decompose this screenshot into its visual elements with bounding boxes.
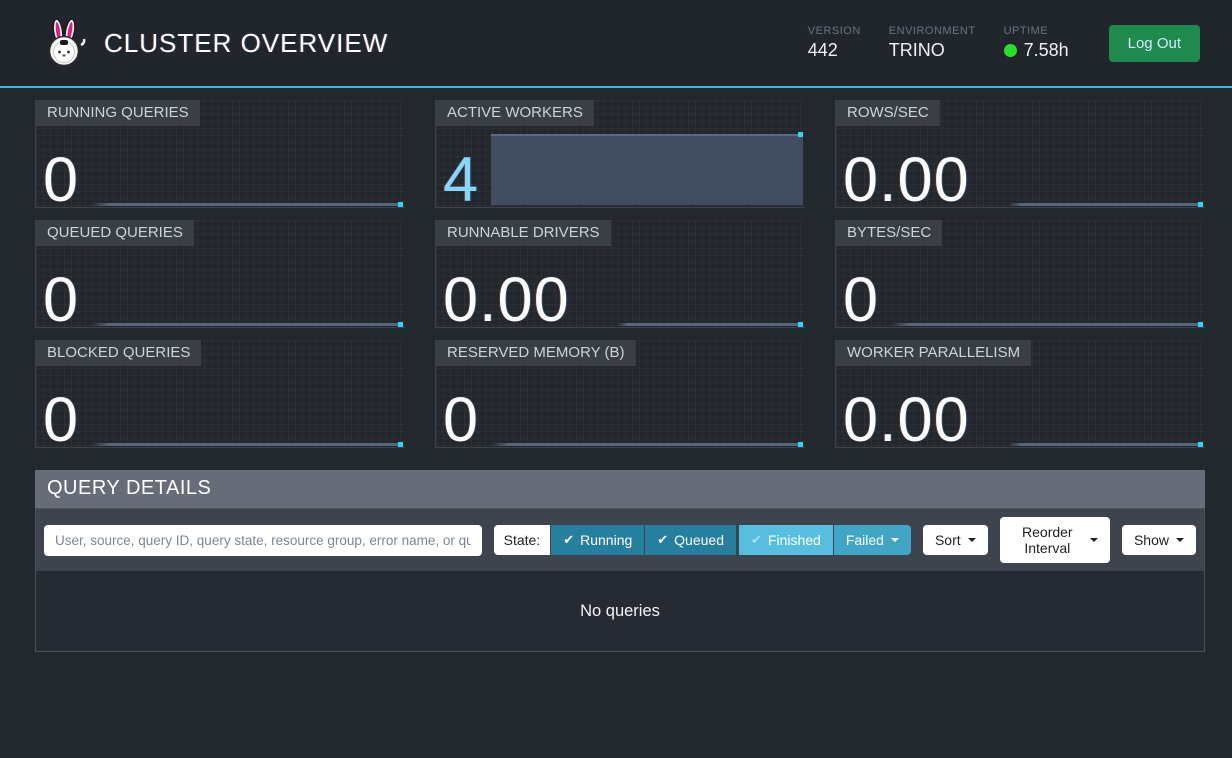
check-icon: ✔ <box>563 532 574 548</box>
stat-label-bytes-sec: BYTES/SEC <box>836 220 942 246</box>
meta-environment: ENVIRONMENT TRINO <box>889 25 976 61</box>
show-dropdown-button[interactable]: Show <box>1122 525 1196 555</box>
reorder-interval-dropdown-label: Reorder Interval <box>1012 524 1083 556</box>
stat-card-runnable-drivers: RUNNABLE DRIVERS 0.00 <box>435 220 805 328</box>
sparkline-chart <box>491 443 803 446</box>
caret-down-icon <box>891 538 899 542</box>
query-details-title: QUERY DETAILS <box>35 470 1205 508</box>
header: CLUSTER OVERVIEW VERSION 442 ENVIRONMENT… <box>0 0 1232 88</box>
meta-uptime: UPTIME 7.58h <box>1004 25 1069 61</box>
show-dropdown-label: Show <box>1134 532 1169 548</box>
stat-value-running-queries: 0 <box>43 149 79 212</box>
stat-value-blocked-queries: 0 <box>43 389 79 452</box>
meta-environment-value: TRINO <box>889 40 976 61</box>
sparkline-chart <box>91 323 403 326</box>
stat-card-active-workers: ACTIVE WORKERS 4 <box>435 100 805 208</box>
sparkline-chart <box>91 443 403 446</box>
check-icon: ✔ <box>657 532 668 548</box>
stat-card-reserved-memory: RESERVED MEMORY (B) 0 <box>435 340 805 448</box>
reorder-interval-dropdown-button[interactable]: Reorder Interval <box>1000 517 1110 563</box>
state-filter-failed-button[interactable]: Failed <box>834 525 911 555</box>
sort-dropdown-label: Sort <box>935 532 961 548</box>
meta-environment-label: ENVIRONMENT <box>889 25 976 37</box>
stat-value-worker-parallelism: 0.00 <box>843 389 970 452</box>
sort-dropdown-button[interactable]: Sort <box>923 525 988 555</box>
stat-value-active-workers: 4 <box>443 149 479 212</box>
sparkline-chart <box>617 323 803 326</box>
query-details-panel: State: ✔ Running ✔ Queued ✔ Finished Fai… <box>35 508 1205 652</box>
check-icon: ✔ <box>751 532 762 548</box>
stat-label-blocked-queries: BLOCKED QUERIES <box>36 340 201 366</box>
trino-bunny-logo-icon <box>40 18 88 68</box>
toolbar-dropdowns: Sort Reorder Interval Show <box>911 517 1196 563</box>
meta-version-value: 442 <box>808 40 861 61</box>
sparkline-chart <box>891 323 1203 326</box>
stat-label-runnable-drivers: RUNNABLE DRIVERS <box>436 220 611 246</box>
state-filter-running-button[interactable]: ✔ Running <box>551 525 644 555</box>
stat-card-running-queries: RUNNING QUERIES 0 <box>35 100 405 208</box>
meta-version-label: VERSION <box>808 25 861 37</box>
meta-uptime-text: 7.58h <box>1024 40 1069 61</box>
sparkline-chart <box>1009 443 1203 446</box>
sparkline-chart <box>91 203 403 206</box>
sparkline-chart <box>1009 203 1203 206</box>
caret-down-icon <box>1090 538 1098 542</box>
stat-label-reserved-memory: RESERVED MEMORY (B) <box>436 340 636 366</box>
stat-value-reserved-memory: 0 <box>443 389 479 452</box>
header-meta: VERSION 442 ENVIRONMENT TRINO UPTIME 7.5… <box>808 25 1200 62</box>
state-filter-queued-label: Queued <box>674 532 724 548</box>
stat-card-queued-queries: QUEUED QUERIES 0 <box>35 220 405 328</box>
caret-down-icon <box>1176 538 1184 542</box>
query-search-input[interactable] <box>44 525 482 556</box>
caret-down-icon <box>968 538 976 542</box>
stat-card-rows-sec: ROWS/SEC 0.00 <box>835 100 1205 208</box>
uptime-status-dot-icon <box>1004 44 1017 57</box>
stat-label-rows-sec: ROWS/SEC <box>836 100 940 126</box>
state-filter-failed-label: Failed <box>846 532 884 548</box>
state-filter-finished-label: Finished <box>768 532 821 548</box>
logout-button[interactable]: Log Out <box>1109 25 1200 62</box>
stat-label-active-workers: ACTIVE WORKERS <box>436 100 594 126</box>
stat-card-bytes-sec: BYTES/SEC 0 <box>835 220 1205 328</box>
stat-value-bytes-sec: 0 <box>843 269 879 332</box>
state-filter-running-label: Running <box>580 532 632 548</box>
stat-card-blocked-queries: BLOCKED QUERIES 0 <box>35 340 405 448</box>
stat-value-runnable-drivers: 0.00 <box>443 269 570 332</box>
page-title: CLUSTER OVERVIEW <box>104 28 388 59</box>
stats-grid: RUNNING QUERIES 0 ACTIVE WORKERS 4 ROWS/… <box>35 100 1205 448</box>
stat-label-worker-parallelism: WORKER PARALLELISM <box>836 340 1031 366</box>
state-filter-label: State: <box>494 525 551 555</box>
state-filter-queued-button[interactable]: ✔ Queued <box>645 525 736 555</box>
meta-uptime-value: 7.58h <box>1004 40 1069 61</box>
state-filter-group: State: ✔ Running ✔ Queued ✔ Finished Fai… <box>494 525 911 555</box>
stat-value-rows-sec: 0.00 <box>843 149 970 212</box>
empty-queries-message: No queries <box>36 571 1204 651</box>
query-details-toolbar: State: ✔ Running ✔ Queued ✔ Finished Fai… <box>36 509 1204 571</box>
meta-version: VERSION 442 <box>808 25 861 61</box>
query-details-section: QUERY DETAILS State: ✔ Running ✔ Queued … <box>35 470 1205 652</box>
stat-label-queued-queries: QUEUED QUERIES <box>36 220 194 246</box>
stat-label-running-queries: RUNNING QUERIES <box>36 100 200 126</box>
sparkline-chart <box>491 134 803 205</box>
stat-value-queued-queries: 0 <box>43 269 79 332</box>
meta-uptime-label: UPTIME <box>1004 25 1069 37</box>
state-filter-finished-button[interactable]: ✔ Finished <box>739 525 833 555</box>
brand-home-link[interactable]: CLUSTER OVERVIEW <box>40 18 388 68</box>
stat-card-worker-parallelism: WORKER PARALLELISM 0.00 <box>835 340 1205 448</box>
